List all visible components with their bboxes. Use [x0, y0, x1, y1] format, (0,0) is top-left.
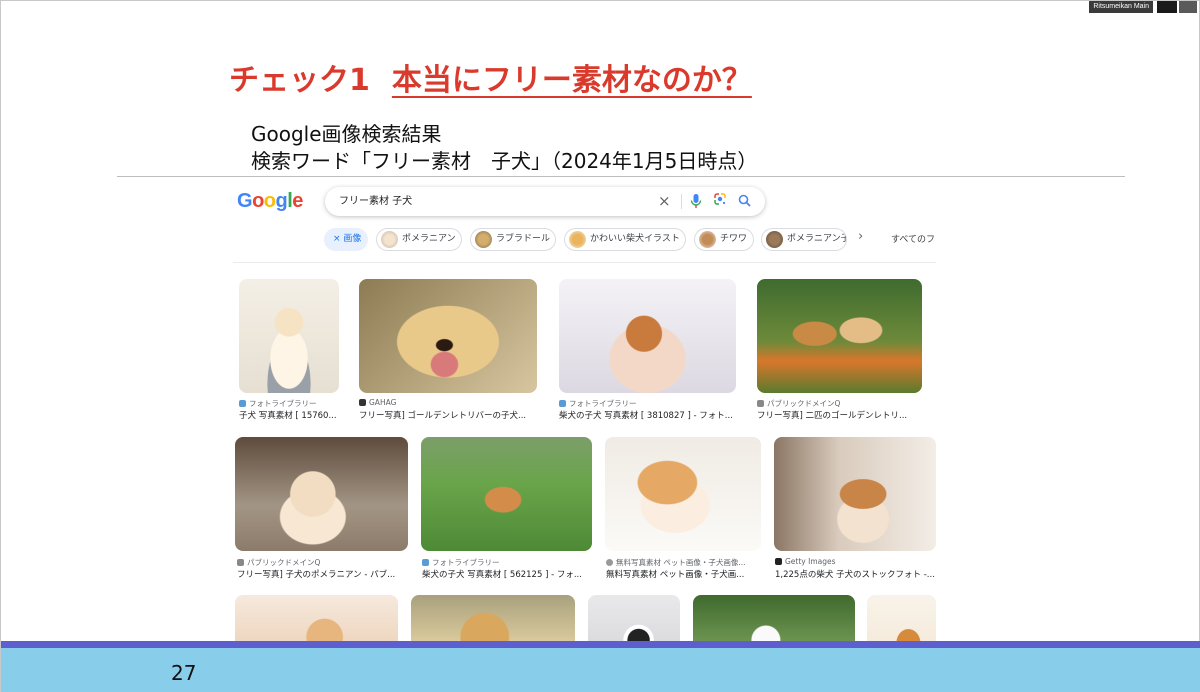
result-source[interactable]: フォトライブラリー: [239, 398, 343, 409]
source-label: フォトライブラリー: [249, 399, 317, 408]
source-favicon: [775, 558, 782, 565]
result-image[interactable]: [757, 279, 922, 393]
source-favicon: [239, 400, 246, 407]
result-source[interactable]: GAHAG: [359, 398, 539, 407]
result-image[interactable]: [411, 595, 575, 641]
result-caption[interactable]: フリー写真] ゴールデンレトリバーの子犬...: [359, 409, 541, 421]
footer-accent-line: [1, 641, 1200, 648]
source-label: パブリックドメインQ: [247, 558, 321, 567]
result-caption[interactable]: フリー写真] 二匹のゴールデンレトリ...: [757, 409, 925, 421]
source-label: Getty Images: [785, 557, 836, 566]
source-label: フォトライブラリー: [569, 399, 637, 408]
page-number: 27: [171, 661, 197, 685]
result-source[interactable]: フォトライブラリー: [559, 398, 739, 409]
result-source[interactable]: パブリックドメインQ: [237, 557, 409, 568]
source-favicon: [757, 400, 764, 407]
result-image[interactable]: [559, 279, 736, 393]
result-image[interactable]: [588, 595, 680, 641]
source-label: 無料写真素材 ペット画像・子犬画像...: [616, 558, 746, 567]
result-image[interactable]: [239, 279, 339, 393]
result-image[interactable]: [693, 595, 855, 641]
source-label: パブリックドメインQ: [767, 399, 841, 408]
slide-footer: 27: [1, 648, 1200, 692]
result-source[interactable]: 無料写真素材 ペット画像・子犬画像...: [606, 557, 762, 568]
result-image[interactable]: [867, 595, 936, 641]
source-favicon: [359, 399, 366, 406]
result-caption[interactable]: 無料写真素材 ペット画像・子犬画...: [606, 568, 762, 580]
result-image[interactable]: [359, 279, 537, 393]
source-favicon: [422, 559, 429, 566]
result-image[interactable]: [605, 437, 761, 551]
result-caption[interactable]: 柴犬の子犬 写真素材 [ 562125 ] - フォ...: [422, 568, 594, 580]
result-image[interactable]: [235, 437, 408, 551]
source-label: GAHAG: [369, 398, 397, 407]
result-image[interactable]: [235, 595, 398, 641]
source-favicon: [606, 559, 613, 566]
result-caption[interactable]: 1,225点の柴犬 子犬のストックフォト -...: [775, 568, 936, 580]
result-caption[interactable]: 柴犬の子犬 写真素材 [ 3810827 ] - フォト...: [559, 409, 741, 421]
source-favicon: [237, 559, 244, 566]
result-source[interactable]: パブリックドメインQ: [757, 398, 927, 409]
result-image[interactable]: [421, 437, 592, 551]
result-image[interactable]: [774, 437, 936, 551]
result-source[interactable]: Getty Images: [775, 557, 936, 566]
result-caption[interactable]: フリー写真] 子犬のポメラニアン - パブ...: [237, 568, 409, 580]
presentation-slide: Ritsumeikan Main チェック1 本当にフリー素材なのか？ Googl…: [0, 0, 1200, 692]
image-results-grid: フォトライブラリー 子犬 写真素材 [ 15760... GAHAG フリー写真…: [1, 1, 1200, 641]
result-caption[interactable]: 子犬 写真素材 [ 15760...: [239, 409, 343, 421]
source-favicon: [559, 400, 566, 407]
source-label: フォトライブラリー: [432, 558, 500, 567]
result-source[interactable]: フォトライブラリー: [422, 557, 594, 568]
